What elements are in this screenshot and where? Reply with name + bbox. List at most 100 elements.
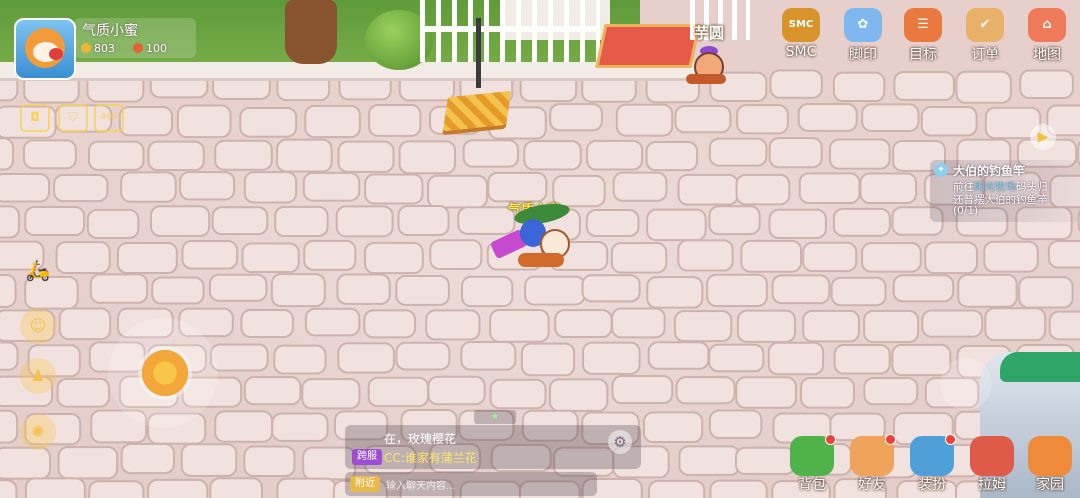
chat-input-placeholder[interactable]: 输入聊天内容... (386, 477, 456, 492)
cobblestone (646, 208, 707, 242)
cobblestone (708, 343, 765, 373)
cobblestone (367, 376, 429, 408)
cobblestone (176, 104, 232, 139)
cobblestone (0, 341, 19, 371)
cobblestone (337, 140, 395, 173)
home-button[interactable]: 家园 (1022, 436, 1078, 494)
cobblestone (302, 171, 361, 202)
cobblestone (674, 104, 732, 134)
cobblestone (615, 103, 674, 137)
cobblestone (274, 205, 329, 237)
cobblestone (582, 341, 641, 375)
cobblestone (24, 205, 86, 237)
cobblestone (460, 341, 517, 371)
camera-icon[interactable]: ◘ (20, 104, 50, 132)
friends-button[interactable]: 好友 (844, 434, 900, 494)
cobblestone (955, 70, 1012, 104)
order-icon: ✔ (966, 8, 1004, 42)
cobblestone (1048, 310, 1080, 341)
cobblestone (335, 205, 394, 238)
emote-icon[interactable]: ☺ (20, 308, 56, 344)
cobblestone (181, 240, 239, 270)
bag-label: 背包 (798, 477, 826, 493)
cobblestone (118, 105, 174, 137)
cobblestone (273, 344, 327, 375)
cobblestone (708, 409, 763, 440)
cobblestone (523, 140, 582, 171)
yellow-crate[interactable] (442, 90, 512, 132)
scooter-icon[interactable]: 🛵 (20, 256, 56, 284)
home-label: 家园 (1036, 477, 1064, 493)
cobblestone (832, 71, 886, 103)
cobblestone (337, 342, 395, 374)
cobblestone (581, 274, 641, 303)
order-label: 订单 (971, 47, 999, 63)
cobblestone (214, 410, 274, 443)
shield-icon[interactable]: ⛉ (58, 104, 88, 132)
player-character[interactable] (489, 200, 582, 275)
smc-label: SMC (785, 44, 817, 60)
cobblestone (270, 273, 326, 308)
cobblestone (921, 309, 984, 338)
cobblestone (0, 273, 17, 308)
cobblestone (830, 276, 887, 307)
cobblestone (924, 241, 978, 275)
cobblestone (276, 138, 333, 173)
npc-character[interactable] (686, 46, 726, 86)
player-scooter (518, 253, 564, 267)
cobblestone (920, 106, 978, 137)
cobblestone (0, 409, 19, 444)
footprint-button[interactable]: ✿ 脚印 (838, 8, 888, 64)
cobblestone (983, 240, 1039, 273)
gold-count: 803 (94, 42, 115, 55)
cobblestone (1018, 276, 1074, 309)
player-avatar[interactable] (14, 18, 76, 80)
cobblestone (833, 344, 891, 375)
cobblestone (832, 207, 891, 237)
cobblestone (86, 208, 140, 240)
cobblestone (55, 241, 111, 274)
chat-expand-tab[interactable]: ★ (474, 410, 516, 424)
bag-button[interactable]: 背包 (784, 434, 840, 494)
cobblestone (276, 477, 337, 498)
cobblestone (984, 307, 1047, 342)
cobblestone (859, 172, 918, 204)
chat-message-1: 在，玫瑰樱花 (384, 432, 457, 446)
red-bean-count: 100 (146, 42, 167, 55)
cobblestone (489, 378, 547, 410)
friends-label: 好友 (858, 477, 886, 493)
quest-icon: ✦ (934, 163, 948, 177)
lamu-pet-icon (970, 436, 1014, 476)
gear-icon[interactable]: ⚙ (608, 430, 632, 454)
cobblestone (678, 445, 741, 476)
cobblestone (271, 412, 329, 442)
smc-button[interactable]: SMC SMC (776, 8, 826, 60)
cobblestone (892, 274, 955, 303)
lamu-button[interactable]: 拉姆 (964, 436, 1020, 494)
expand-arrow-icon[interactable]: ▶ (1030, 124, 1056, 150)
cobblestone (552, 174, 606, 208)
cobblestone (395, 341, 451, 371)
cobblestone (709, 479, 768, 498)
dressup-label: 装扮 (918, 477, 946, 493)
joystick-knob[interactable] (138, 346, 192, 400)
goal-button[interactable]: ☰ 目标 (898, 8, 948, 64)
map-button[interactable]: ⌂ 地图 (1022, 8, 1072, 64)
cobblestone (462, 139, 520, 168)
dressup-button[interactable]: 装扮 (904, 434, 960, 494)
cobblestone (147, 478, 209, 498)
chat-input[interactable] (345, 472, 597, 496)
action-button[interactable] (940, 358, 992, 410)
cobblestone (209, 477, 263, 498)
chat-input-channel[interactable]: 附近 (350, 476, 380, 492)
action-icon[interactable]: ♟ (20, 358, 56, 394)
cobblestone (708, 205, 761, 236)
cobblestone (549, 103, 603, 132)
cobblestone (798, 172, 861, 204)
order-button[interactable]: ✔ 订单 (960, 8, 1010, 64)
cobblestone (363, 309, 417, 339)
badge-icon[interactable]: 460 (94, 104, 124, 132)
cobblestone (863, 309, 920, 344)
skill-icon[interactable]: ✺ (20, 414, 56, 450)
cobblestone (211, 206, 269, 236)
